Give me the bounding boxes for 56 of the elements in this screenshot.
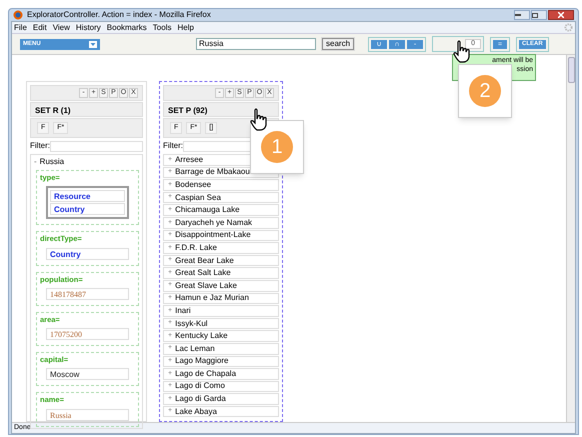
menu-item[interactable]: Tools	[152, 22, 172, 34]
minimize-icon	[515, 14, 521, 16]
maximize-button[interactable]	[531, 10, 547, 20]
browser-logo-icon	[13, 10, 23, 20]
item-label: Great Bear Lake	[175, 254, 234, 267]
filter-label: Filter:	[163, 140, 183, 152]
menu-item[interactable]: Help	[177, 22, 194, 34]
step-number-badge: 2	[469, 75, 501, 107]
panel-title: SET P (92)	[163, 102, 279, 117]
value-field: Moscow	[46, 368, 129, 380]
menu-item[interactable]: History	[76, 22, 101, 34]
minimize-button[interactable]	[514, 10, 530, 20]
step-number-badge: 1	[261, 131, 293, 163]
menu-item[interactable]: File	[14, 22, 27, 34]
item-label: Inari	[175, 304, 191, 317]
item-label: Issyk-Kul	[175, 318, 208, 330]
item-label: Bodensee	[175, 178, 212, 191]
menu-item[interactable]: View	[52, 22, 70, 34]
item-label: Lago di Como	[175, 380, 225, 392]
collapse-toggle[interactable]: -	[34, 156, 37, 168]
menu-item[interactable]: Bookmarks	[106, 22, 147, 34]
value-field: Country	[50, 203, 125, 216]
menu-item[interactable]: Edit	[32, 22, 47, 34]
filter-input[interactable]	[50, 140, 143, 152]
value-field: Country	[46, 248, 129, 260]
dropdown-caret-icon	[89, 40, 97, 48]
item-label: Arresee	[175, 154, 204, 166]
window-title: ExploratorController. Action = index - Mozilla Firefox	[27, 9, 212, 21]
item-label: Caspian Sea	[175, 192, 221, 204]
search-button[interactable]: search	[322, 38, 354, 50]
item-label: Lago Maggiore	[175, 355, 228, 368]
item-label: Lago di Garda	[175, 393, 226, 406]
item-label: F.D.R. Lake	[175, 242, 217, 254]
filter-label: Filter:	[30, 140, 50, 152]
item-label: Great Slave Lake	[175, 280, 237, 292]
search-field[interactable]: Russia	[196, 38, 316, 50]
maximize-icon	[532, 12, 538, 18]
panel-title: SET R (1)	[30, 102, 143, 117]
item-label: Daryacheh ye Namak	[175, 216, 252, 229]
item-label: Hamun e Jaz Murian	[175, 292, 249, 304]
item-label: Lake Abaya	[175, 406, 217, 418]
item-label: Chicamauga Lake	[175, 204, 240, 216]
close-icon	[558, 12, 564, 18]
item-label: Lac Leman	[175, 342, 215, 355]
value-field: 17075200	[46, 328, 129, 340]
value-field: 148178487	[46, 288, 129, 300]
item-label: Kentucky Lake	[175, 330, 228, 342]
value-field: Resource	[50, 190, 125, 202]
item-label: Lago de Chapala	[175, 368, 236, 380]
close-button[interactable]	[548, 10, 574, 20]
item-label: Barrage de Mbakaou	[175, 166, 250, 178]
item-label: Great Salt Lake	[175, 267, 231, 280]
scrollbar-thumb[interactable]	[568, 57, 574, 83]
resource-label: Russia	[40, 156, 64, 168]
item-label: Disappointment-Lake	[175, 229, 251, 242]
value-field: Russia	[46, 408, 129, 420]
